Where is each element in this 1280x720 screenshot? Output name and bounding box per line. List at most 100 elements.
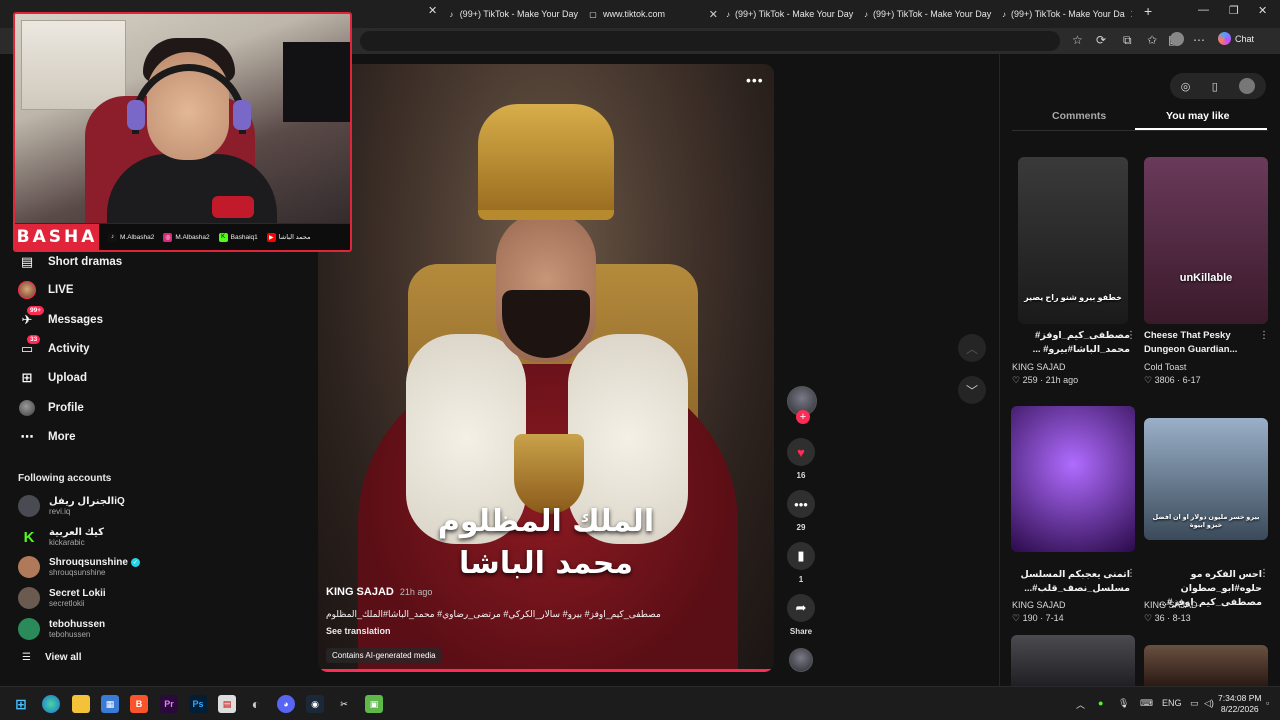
previous-video-button[interactable]: ︿ bbox=[958, 334, 986, 362]
following-account[interactable]: Secret Lokii secretlokii bbox=[18, 587, 106, 609]
copilot-chat-button[interactable]: Chat bbox=[1218, 32, 1254, 45]
minimize-icon[interactable]: — bbox=[1198, 4, 1209, 16]
browser-tab[interactable]: ♪ (99+) TikTok - Make Your Day ✕ bbox=[864, 4, 994, 24]
new-tab-icon[interactable]: + bbox=[1144, 3, 1152, 19]
sidebar-item-live[interactable]: LIVE bbox=[18, 281, 74, 299]
capcut-icon[interactable]: ✂ bbox=[335, 695, 353, 713]
user-avatar[interactable] bbox=[1239, 78, 1256, 94]
like-button[interactable]: ♥ 16 bbox=[787, 438, 815, 480]
card-title[interactable]: اتمنى يعجبكم المسلسل مسلسل_نصف_قلب#... bbox=[1012, 568, 1130, 596]
video-thumbnail[interactable] bbox=[1011, 635, 1135, 686]
sidebar-item-profile[interactable]: Profile bbox=[18, 399, 84, 417]
browser-tab-active[interactable]: ♪ (99+) TikTok - Make Your Da ✕ bbox=[1002, 4, 1132, 24]
follow-plus-icon[interactable]: + bbox=[796, 410, 810, 424]
card-title[interactable]: Cheese That Pesky Dungeon Guardian... bbox=[1144, 329, 1262, 357]
save-button[interactable]: ▮ 1 bbox=[787, 542, 815, 584]
keyboard-icon[interactable]: ⌨ bbox=[1140, 698, 1153, 709]
close-icon[interactable]: ✕ bbox=[428, 4, 437, 17]
sidebar-item-short-dramas[interactable]: ▤ Short dramas bbox=[18, 253, 122, 271]
tab-comments[interactable]: Comments bbox=[1052, 110, 1106, 122]
restore-icon[interactable]: ❐ bbox=[1229, 4, 1239, 17]
video-thumbnail[interactable]: unKillable bbox=[1144, 157, 1268, 324]
favorites-icon[interactable]: ✩ bbox=[1147, 33, 1157, 47]
windows-start-icon[interactable]: ⊞ bbox=[12, 695, 30, 713]
browser-tab[interactable]: ♪ (99+) TikTok - Make Your Day bbox=[448, 4, 578, 24]
close-icon[interactable]: ✕ bbox=[709, 8, 718, 21]
divider bbox=[1012, 130, 1268, 131]
sidebar-item-messages[interactable]: ✈ 99+ Messages bbox=[18, 306, 103, 329]
following-account[interactable]: Shrouqsunshine ✓ shrouqsunshine bbox=[18, 556, 140, 578]
creator-avatar: + bbox=[787, 386, 817, 424]
video-thumbnail[interactable] bbox=[1011, 406, 1135, 552]
compass-icon[interactable]: ◎ bbox=[1181, 80, 1191, 93]
sidebar-item-upload[interactable]: ⊞ Upload bbox=[18, 369, 87, 387]
following-account[interactable]: K كيك العربية kickarabic bbox=[18, 526, 104, 548]
store-icon[interactable]: ▦ bbox=[101, 695, 119, 713]
more-options-icon[interactable]: ••• bbox=[746, 72, 764, 88]
chevron-up-icon[interactable]: ︿ bbox=[1076, 698, 1085, 711]
copilot-icon bbox=[1218, 32, 1231, 45]
video-player[interactable]: الملك المظلوم محمد الباشا ••• KING SAJAD… bbox=[318, 64, 774, 672]
see-translation-link[interactable]: See translation bbox=[326, 626, 391, 636]
view-all-link[interactable]: ☰ View all bbox=[22, 652, 81, 663]
more-icon[interactable]: ⋮ bbox=[1259, 330, 1269, 341]
edge-browser-icon[interactable] bbox=[42, 695, 60, 713]
sidebar-item-more[interactable]: ⋯ More bbox=[18, 428, 76, 446]
webcam-scene bbox=[21, 20, 126, 110]
video-thumbnail[interactable]: بيرو خسر مليون دولار او ان افضل خبزو ابي… bbox=[1144, 418, 1268, 540]
following-account[interactable]: الجنرال ريفلiQ revi.iq bbox=[18, 495, 125, 517]
following-account[interactable]: tebohussen tebohussen bbox=[18, 618, 105, 640]
share-button[interactable]: ➦ Share bbox=[787, 594, 815, 636]
card-title[interactable]: مصطفى_كيم_اوفز# محمد_الباشا#بيرو# ... bbox=[1012, 329, 1130, 357]
card-author[interactable]: KING SAJAD bbox=[1012, 600, 1066, 610]
video-author[interactable]: KING SAJAD 21h ago bbox=[326, 586, 432, 598]
more-icon[interactable]: ⋮ bbox=[1126, 568, 1136, 579]
creator-avatar-button[interactable]: + bbox=[787, 386, 817, 424]
close-icon[interactable]: ✕ bbox=[1130, 8, 1132, 21]
discord-icon[interactable]: ◕ bbox=[277, 695, 295, 713]
system-clock[interactable]: 7:34:08 PM 8/22/2026 bbox=[1218, 693, 1261, 715]
comment-button[interactable]: ••• 29 bbox=[787, 490, 815, 532]
card-author[interactable]: Cold Toast bbox=[1144, 362, 1186, 372]
network-icon[interactable]: ▭ bbox=[1190, 698, 1199, 709]
tray-app-icon[interactable]: ● bbox=[1098, 698, 1103, 708]
volume-icon[interactable]: ◁) bbox=[1204, 698, 1214, 709]
browser-tab[interactable]: ♪ (99+) TikTok - Make Your Day ✕ bbox=[726, 4, 856, 24]
phone-icon[interactable]: ▯ bbox=[1212, 80, 1218, 93]
video-thumbnail[interactable] bbox=[1144, 645, 1268, 686]
close-window-icon[interactable]: ✕ bbox=[1258, 4, 1267, 17]
heart-outline-icon: ♡ bbox=[1012, 375, 1021, 385]
menu-dots-icon[interactable]: ⋯ bbox=[1193, 33, 1205, 47]
browser-tab[interactable]: ▢ www.tiktok.com ✕ bbox=[588, 4, 718, 24]
music-disc[interactable] bbox=[787, 648, 815, 672]
card-author[interactable]: KING SAJAD bbox=[1012, 362, 1066, 372]
more-icon[interactable]: ⋮ bbox=[1126, 330, 1136, 341]
minecraft-icon[interactable]: ▣ bbox=[365, 695, 383, 713]
notification-icon[interactable]: ▫ bbox=[1266, 698, 1269, 708]
extension-icon[interactable]: ⟳ bbox=[1096, 33, 1106, 47]
activity-icon: ▭ 33 bbox=[18, 335, 41, 358]
split-screen-icon[interactable]: ⧉ bbox=[1123, 33, 1132, 48]
profile-avatar[interactable] bbox=[1170, 32, 1184, 46]
account-name: tebohussen bbox=[49, 619, 106, 630]
brave-icon[interactable]: B bbox=[130, 695, 148, 713]
more-icon[interactable]: ⋮ bbox=[1259, 568, 1269, 579]
thumbnail-overlay-text: بيرو خسر مليون دولار او ان افضل خبزو ابي… bbox=[1152, 514, 1260, 529]
video-progress-bar[interactable] bbox=[318, 669, 774, 672]
file-explorer-icon[interactable] bbox=[72, 695, 90, 713]
microphone-icon[interactable]: 🎙 bbox=[1118, 698, 1129, 709]
app-icon[interactable]: ▤ bbox=[218, 695, 236, 713]
premiere-icon[interactable]: Pr bbox=[160, 695, 178, 713]
language-indicator[interactable]: ENG bbox=[1162, 698, 1182, 708]
star-icon[interactable]: ☆ bbox=[1072, 33, 1083, 47]
obs-icon[interactable]: ◐ bbox=[247, 695, 265, 713]
video-thumbnail[interactable]: خطفو بيرو شنو راح يصير bbox=[1018, 157, 1128, 324]
music-disc-icon bbox=[789, 648, 813, 672]
address-bar[interactable] bbox=[360, 31, 1060, 51]
photoshop-icon[interactable]: Ps bbox=[189, 695, 207, 713]
sidebar-item-activity[interactable]: ▭ 33 Activity bbox=[18, 335, 90, 358]
steam-icon[interactable]: ◉ bbox=[306, 695, 324, 713]
card-author[interactable]: KING SAJAD bbox=[1144, 600, 1198, 610]
tab-you-may-like[interactable]: You may like bbox=[1166, 110, 1229, 122]
next-video-button[interactable]: ﹀ bbox=[958, 376, 986, 404]
